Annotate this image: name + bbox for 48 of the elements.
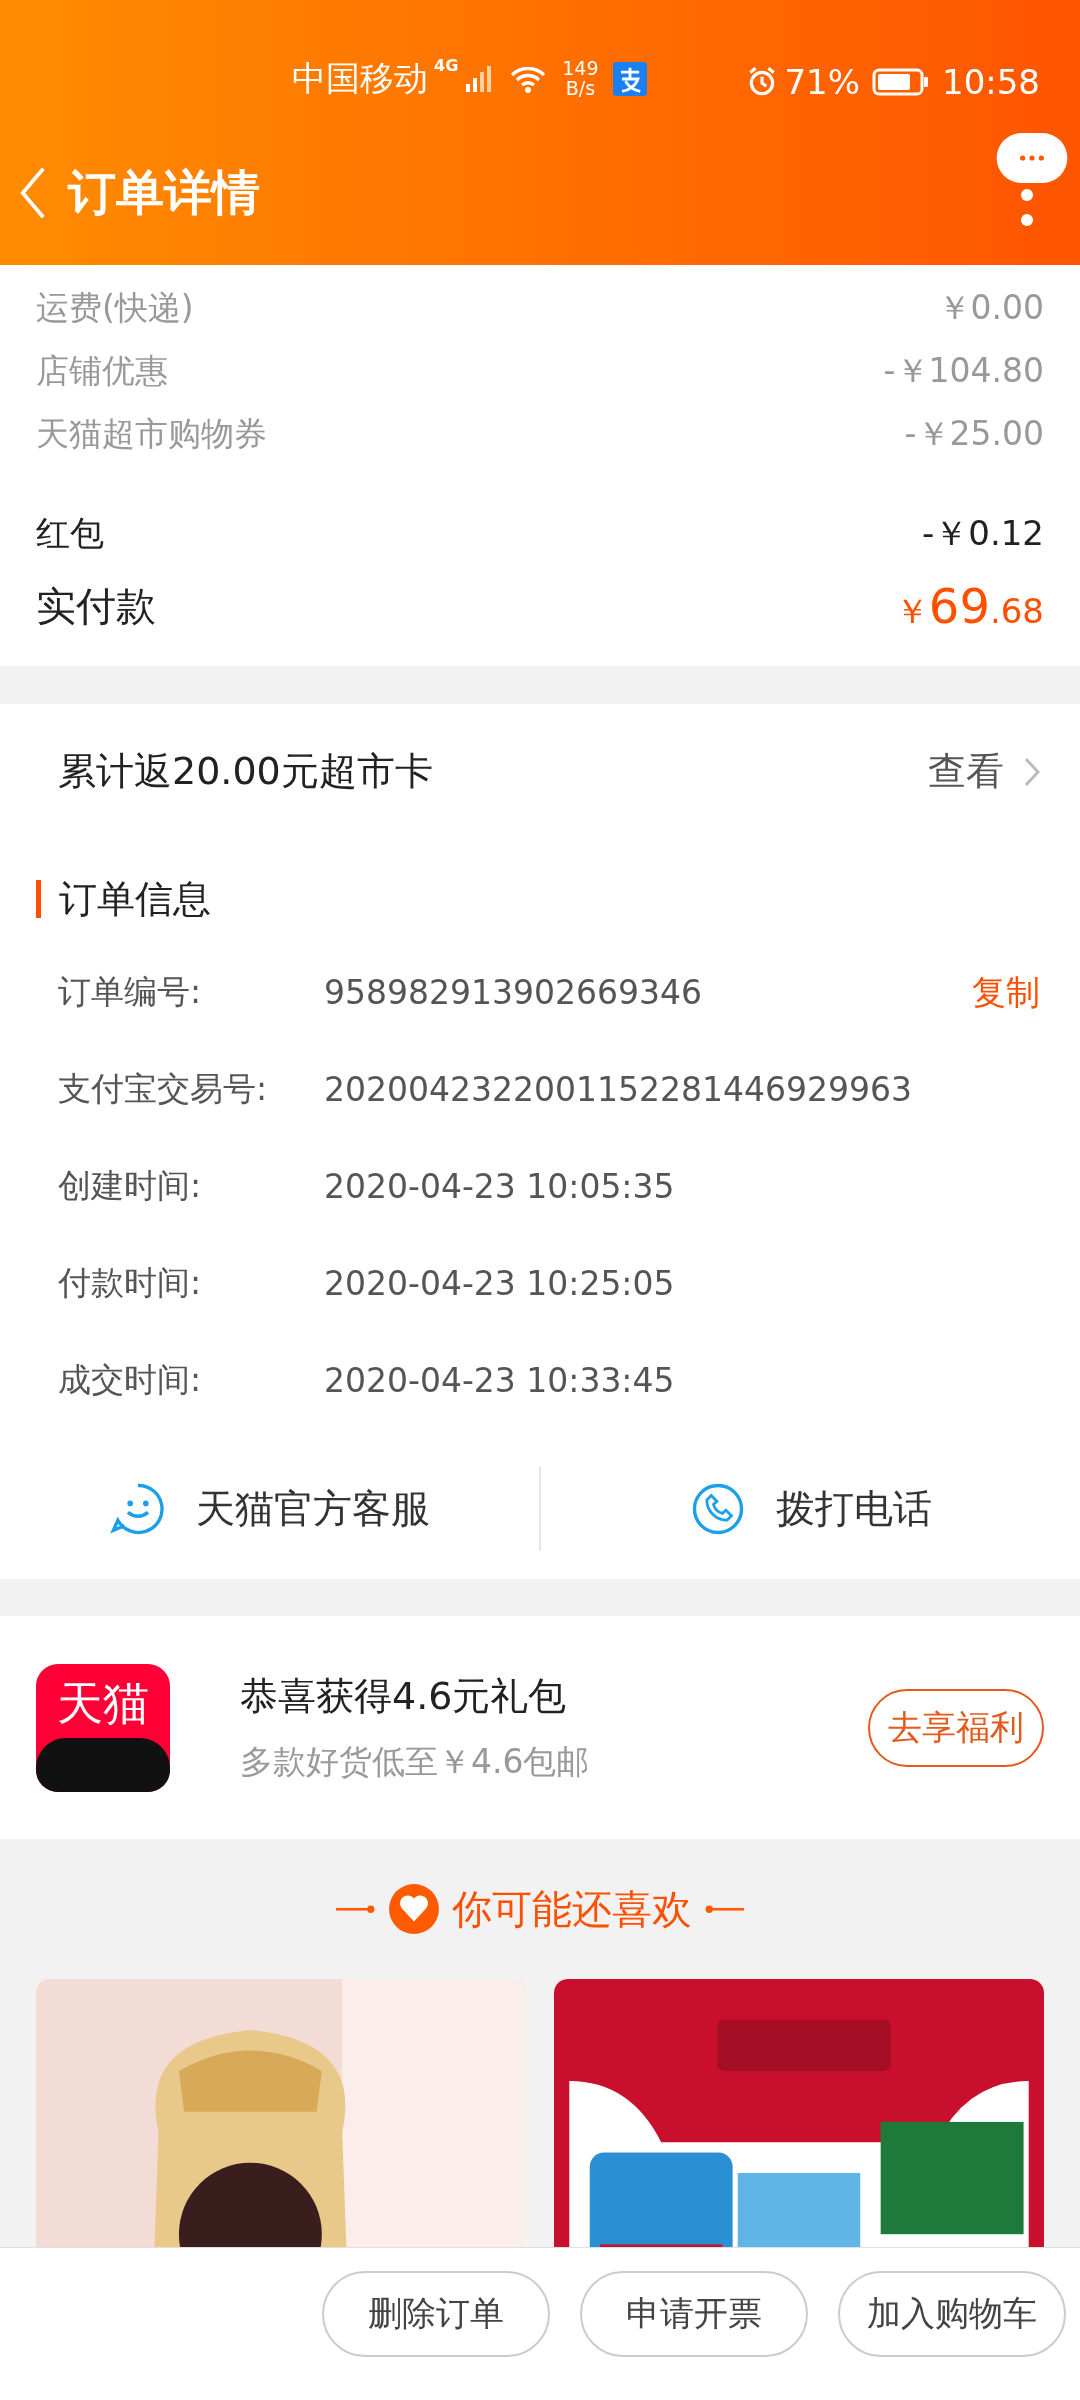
- carrier-name: 中国移动: [292, 57, 428, 100]
- speed-unit: B/s: [565, 79, 596, 99]
- battery-percent: 71%: [784, 62, 860, 102]
- contact-button[interactable]: 天猫官方客服: [0, 1481, 539, 1537]
- promo-subtitle: 多款好货低至￥4.6包邮: [240, 1740, 591, 1783]
- info-label: 订单编号:: [58, 971, 203, 1013]
- rebate-text: 累计返20.00元超市卡: [58, 748, 433, 795]
- dash-icon: [334, 1904, 376, 1914]
- benefit-button[interactable]: 去享福利: [868, 1688, 1044, 1767]
- section-title: 订单信息: [59, 875, 211, 923]
- info-label: 创建时间:: [58, 1165, 203, 1207]
- battery-icon: [872, 67, 930, 97]
- promo-title: 恭喜获得4.6元礼包: [240, 1672, 568, 1720]
- network-type: 4G: [434, 56, 459, 75]
- clock-time: 10:58: [942, 62, 1040, 102]
- view-link[interactable]: 查看: [928, 746, 1040, 797]
- info-value: 958982913902669346: [324, 973, 703, 1012]
- action-button[interactable]: 申请开票: [580, 2271, 808, 2357]
- info-value: 2020-04-23 10:25:05: [324, 1264, 676, 1303]
- info-label: 成交时间:: [58, 1359, 203, 1401]
- info-label: 支付宝交易号:: [58, 1068, 269, 1110]
- action-button[interactable]: 加入购物车: [838, 2271, 1066, 2357]
- section-title: 你可能还喜欢: [452, 1884, 692, 1934]
- app-logo: 天猫: [36, 1663, 170, 1792]
- contact-button[interactable]: 拨打电话: [541, 1481, 1080, 1537]
- info-value: 2020-04-23 10:33:45: [324, 1361, 676, 1400]
- speed-value: 149: [562, 59, 599, 79]
- action-button[interactable]: 删除订单: [322, 2271, 550, 2357]
- accent-bar: [36, 880, 41, 918]
- total-label: 实付款: [36, 581, 156, 631]
- fee-label: 红包: [36, 512, 104, 555]
- fee-label: 店铺优惠: [36, 350, 168, 392]
- chat-icon: [109, 1481, 166, 1537]
- page-title: 订单详情: [68, 162, 260, 222]
- fee-amount: ￥0.00: [937, 287, 1044, 329]
- info-label: 付款时间:: [58, 1262, 203, 1304]
- fee-amount: -￥104.80: [883, 350, 1044, 392]
- dash-icon: [704, 1904, 746, 1914]
- total-price: ￥69.68: [894, 577, 1044, 635]
- info-value: 2020-04-23 10:05:35: [324, 1167, 676, 1206]
- app-icon: [612, 62, 647, 96]
- chevron-icon: [1024, 756, 1040, 787]
- dots-icon[interactable]: [1020, 188, 1034, 228]
- info-value: 2020042322001152281446929963: [324, 1070, 913, 1109]
- fee-label: 运费(快递): [36, 287, 194, 329]
- fee-amount: -￥0.12: [922, 512, 1044, 555]
- fee-amount: -￥25.00: [904, 413, 1044, 455]
- fee-label: 天猫超市购物券: [36, 413, 267, 455]
